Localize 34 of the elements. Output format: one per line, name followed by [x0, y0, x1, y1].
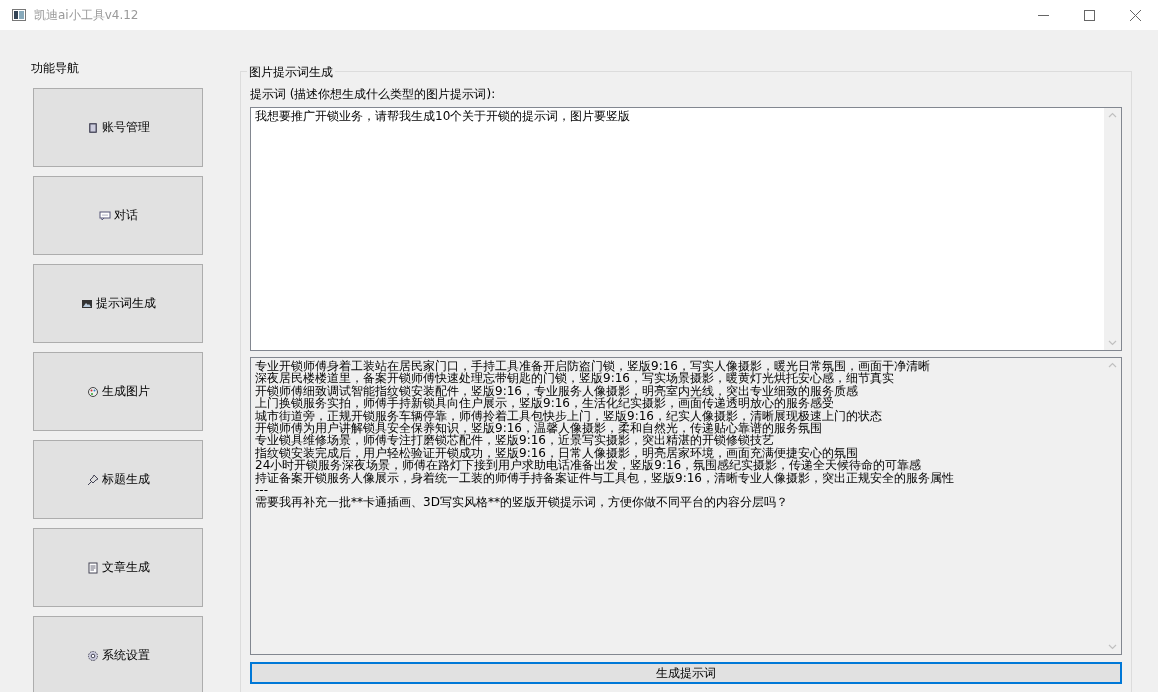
output-line: 开锁师傅细致调试智能指纹锁安装配件，竖版9:16，专业服务人像摄影，明亮室内光线，突出专业细致的服务质感	[255, 384, 858, 398]
notebook-icon	[86, 121, 99, 134]
output-line: 需要我再补充一批**卡通插画、3D写实风格**的竖版开锁提示词，方便你做不同平台的内容分层吗？	[255, 496, 789, 509]
output-line: 专业开锁师傅身着工装站在居民家门口，手持工具准备开启防盗门锁，竖版9:16，写实人像摄影，暖光日常氛围，画面干净清晰	[255, 360, 931, 373]
document-icon	[86, 561, 99, 574]
output-line: 上门换锁服务实拍，师傅手持新锁具向住户展示，竖版9:16，生活化纪实摄影，画面传递透明放心的服务感受	[255, 397, 834, 410]
nav-button[interactable]: 生成图片	[33, 352, 203, 431]
nav-button[interactable]: 文章生成	[33, 528, 203, 607]
output-line: 专业锁具维修场景，师傅专注打磨锁芯配件，竖版9:16，近景写实摄影，突出精湛的开锁修锁技艺	[255, 434, 774, 447]
picture-icon	[80, 297, 93, 310]
nav-heading: 功能导航	[31, 60, 80, 77]
output-line: 指纹锁安装完成后，用户轻松验证开锁成功，竖版9:16，日常人像摄影，明亮居家环境，画面充满便捷安心的氛围	[255, 446, 858, 460]
output-line: 24小时开锁服务深夜场景，师傅在路灯下接到用户求助电话准备出发，竖版9:16，氛围感纪实摄影，传递全天候待命的可靠感	[255, 459, 922, 472]
nav-button[interactable]: 标题生成	[33, 440, 203, 519]
output-line: 深夜居民楼楼道里，备案开锁师傅快速处理忘带钥匙的门锁，竖版9:16，写实场景摄影，暖黄灯光烘托安心感，细节真实	[255, 372, 894, 385]
close-icon[interactable]	[1129, 9, 1141, 21]
output-line: 开锁师傅为用户讲解锁具安全保养知识，竖版9:16，温馨人像摄影，柔和自然光，传递贴心靠谱的服务氛围	[255, 422, 822, 435]
generate-button[interactable]: 生成提示词	[250, 662, 1122, 684]
nav-button[interactable]: 系统设置	[33, 616, 203, 692]
nav-button[interactable]: 提示词生成	[33, 264, 203, 343]
group-title: 图片提示词生成	[247, 64, 335, 81]
speech-bubble-icon	[98, 209, 111, 222]
gear-icon	[86, 649, 99, 662]
app-icon	[12, 9, 26, 21]
maximize-icon[interactable]	[1083, 9, 1095, 21]
output-line: 持证备案开锁服务人像展示，身着统一工装的师傅手持备案证件与工具包，竖版9:16，清晰专业人像摄影，突出正规安全的服务属性	[255, 471, 955, 485]
nav-button[interactable]: 对话	[33, 176, 203, 255]
prompt-label: 提示词 (描述你想生成什么类型的图片提示词):	[250, 86, 497, 103]
pushpin-icon	[86, 473, 99, 486]
palette-icon	[86, 385, 99, 398]
minimize-icon[interactable]	[1037, 14, 1049, 16]
window-title: 凯迪ai小工具v4.12	[34, 6, 140, 24]
nav-button[interactable]: 账号管理	[33, 88, 203, 167]
output-line: ---	[255, 484, 268, 497]
